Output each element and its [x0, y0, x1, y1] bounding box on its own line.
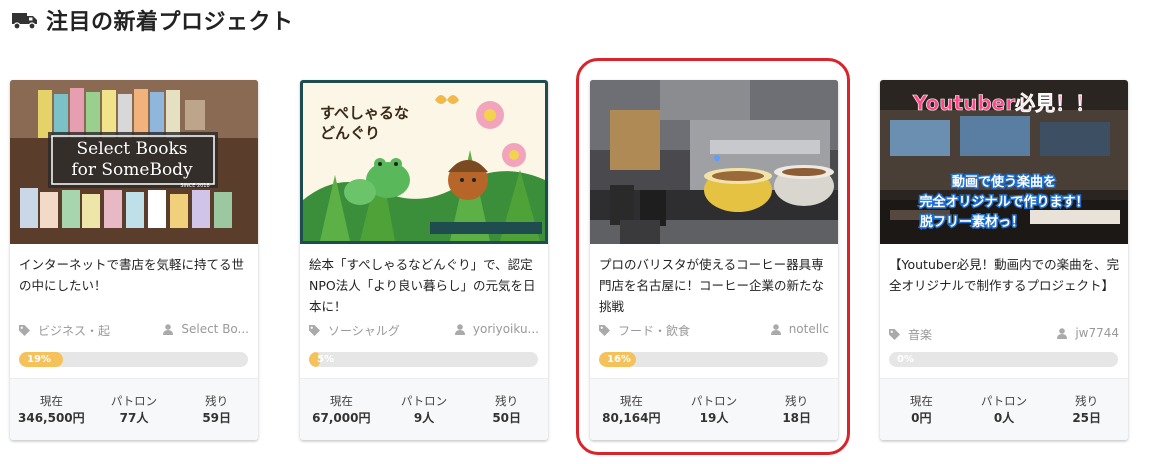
owner-name: jw7744 — [1075, 326, 1119, 340]
progress-percent: 0% — [897, 354, 914, 365]
project-meta: 音楽 jw7744 — [889, 326, 1119, 344]
stat-current: 現在 80,164円 — [602, 393, 661, 425]
project-stats: 現在 0円 パトロン 0人 残り 25日 — [880, 378, 1128, 440]
funding-progress-bar: 19% — [19, 352, 248, 367]
project-stats: 現在 67,000円 パトロン 9人 残り 50日 — [300, 378, 548, 440]
thumbnail-text: すぺしゃるな — [320, 104, 409, 122]
stat-patrons: パトロン 19人 — [690, 393, 738, 425]
tag-icon — [889, 329, 900, 340]
tag-icon — [19, 325, 30, 336]
project-card[interactable]: すぺしゃるな どんぐり 絵本「すぺしゃるなどんぐり」で、認定NPO法人「より良い… — [300, 80, 548, 440]
category-tag[interactable]: 音楽 — [889, 326, 932, 343]
stat-remaining: 残り 50日 — [492, 393, 522, 425]
stat-remaining: 残り 59日 — [202, 393, 232, 425]
section-header: 注目の新着プロジェクト — [12, 4, 294, 36]
thumbnail-text: Select Books — [77, 139, 188, 159]
owner-name: yoriyoiku... — [472, 322, 539, 336]
category-tag[interactable]: ソーシャルグ — [309, 322, 400, 339]
stat-current: 現在 346,500円 — [18, 393, 85, 425]
category-label: 音楽 — [908, 328, 933, 342]
category-label: ソーシャルグ — [328, 324, 400, 338]
thumbnail-text: Youtuber必見！！ — [912, 91, 1095, 115]
section-title: 注目の新着プロジェクト — [46, 10, 294, 35]
truck-icon — [12, 13, 37, 30]
thumbnail-text: SINCE 2018 — [180, 183, 209, 189]
user-icon — [163, 323, 174, 335]
project-thumbnail[interactable]: すぺしゃるな どんぐり — [300, 80, 548, 244]
owner[interactable]: notellc — [770, 322, 829, 336]
category-label: フード・飲食 — [618, 324, 691, 338]
stat-patrons: パトロン 0人 — [980, 393, 1028, 425]
project-title[interactable]: プロのバリスタが使えるコーヒー器具専門店を名古屋に！コーヒー企業の新たな挑戦 — [599, 254, 831, 317]
funding-progress-bar: 0% — [889, 352, 1118, 367]
progress-percent: 16% — [607, 354, 631, 365]
owner[interactable]: yoriyoiku... — [454, 322, 539, 336]
project-title[interactable]: インターネットで書店を気軽に持てる世の中にしたい！ — [19, 254, 251, 296]
project-stats: 現在 346,500円 パトロン 77人 残り 59日 — [10, 378, 258, 440]
stat-patrons: パトロン 77人 — [110, 393, 158, 425]
project-title[interactable]: 絵本「すぺしゃるなどんぐり」で、認定NPO法人「より良い暮らし」の元気を日本に！ — [309, 254, 541, 317]
project-thumbnail[interactable] — [590, 80, 838, 244]
project-card[interactable]: Youtuber必見！！ 動画で使う楽曲を 完全オリジナルで作ります！ 脱フリー… — [880, 80, 1128, 440]
user-icon — [454, 323, 465, 335]
user-icon — [770, 323, 781, 335]
project-card[interactable]: Select Books for SomeBody SINCE 2018 インタ… — [10, 80, 258, 440]
thumbnail-text: 脱フリー素材っ！ — [920, 214, 1024, 230]
funding-progress-bar: 5% — [309, 352, 538, 367]
owner[interactable]: jw7744 — [1057, 326, 1119, 340]
category-tag[interactable]: ビジネス・起 — [19, 322, 110, 339]
tag-icon — [309, 325, 320, 336]
owner-name: Select Bo... — [181, 322, 249, 336]
thumbnail-text: 動画で使う楽曲を — [952, 174, 1056, 190]
user-icon — [1057, 327, 1068, 339]
project-meta: フード・飲食 notellc — [599, 322, 829, 340]
funding-progress-bar: 16% — [599, 352, 828, 367]
project-meta: ビジネス・起 Select Bo... — [19, 322, 249, 340]
project-card[interactable]: プロのバリスタが使えるコーヒー器具専門店を名古屋に！コーヒー企業の新たな挑戦 フ… — [590, 80, 838, 440]
thumbnail-text: どんぐり — [320, 124, 380, 142]
tag-icon — [599, 325, 610, 336]
stat-current: 現在 67,000円 — [312, 393, 371, 425]
progress-percent: 19% — [27, 354, 51, 365]
project-title[interactable]: 【Youtuber必見！動画内での楽曲を、完全オリジナルで制作するプロジェクト】 — [889, 254, 1121, 296]
progress-percent: 5% — [317, 354, 334, 365]
owner-name: notellc — [788, 322, 829, 336]
category-tag[interactable]: フード・飲食 — [599, 322, 690, 339]
category-label: ビジネス・起 — [38, 324, 111, 338]
stat-current: 現在 0円 — [909, 393, 933, 425]
stat-remaining: 残り 18日 — [782, 393, 812, 425]
project-thumbnail[interactable]: Youtuber必見！！ 動画で使う楽曲を 完全オリジナルで作ります！ 脱フリー… — [880, 80, 1128, 244]
project-meta: ソーシャルグ yoriyoiku... — [309, 322, 539, 340]
owner[interactable]: Select Bo... — [163, 322, 249, 336]
stat-remaining: 残り 25日 — [1072, 393, 1102, 425]
thumbnail-text: 完全オリジナルで作ります！ — [919, 194, 1088, 210]
project-stats: 現在 80,164円 パトロン 19人 残り 18日 — [590, 378, 838, 440]
thumbnail-text: for SomeBody — [71, 160, 193, 180]
stat-patrons: パトロン 9人 — [400, 393, 448, 425]
project-thumbnail[interactable]: Select Books for SomeBody SINCE 2018 — [10, 80, 258, 244]
